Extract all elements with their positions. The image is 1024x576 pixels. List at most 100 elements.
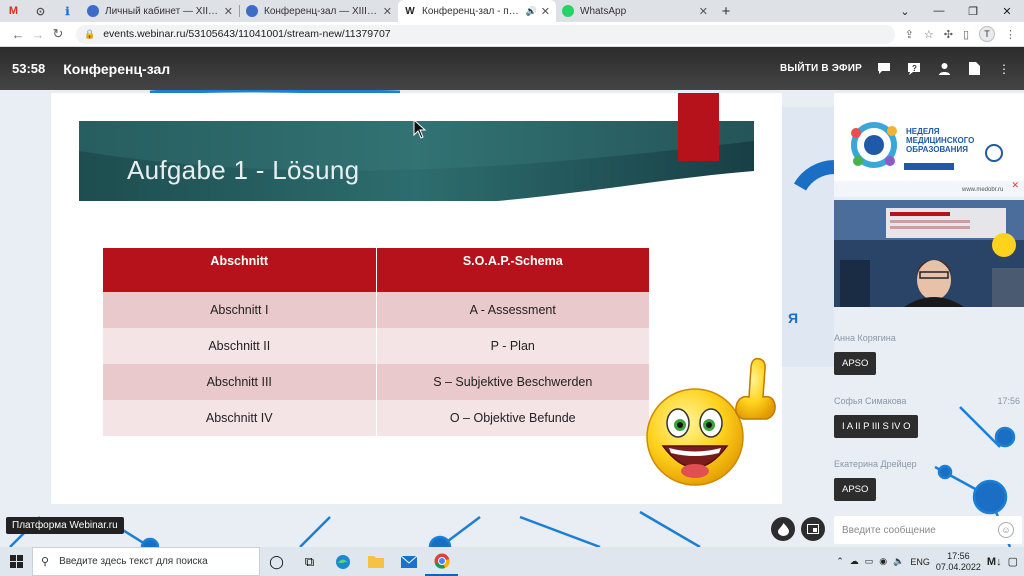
reload-icon[interactable]: ↻ — [48, 26, 68, 42]
more-options-icon[interactable]: ⋮ — [996, 62, 1012, 76]
whatsapp-favicon-icon — [562, 5, 574, 17]
language-indicator[interactable]: ENG — [910, 557, 930, 567]
maximize-button[interactable]: ❐ — [956, 0, 990, 22]
new-tab-button[interactable]: + — [714, 0, 738, 22]
minimize-button[interactable]: — — [922, 0, 956, 22]
cortana-icon[interactable]: ◯ — [260, 547, 293, 576]
taskbar-search-placeholder: Введите здесь текст для поиска — [59, 556, 208, 567]
pinned-tab-3[interactable]: ℹ — [54, 0, 81, 22]
chat-message: Анна Корягина APSO — [834, 333, 1024, 396]
close-tab-icon[interactable]: ✕ — [699, 5, 708, 18]
audio-playing-icon[interactable]: 🔊 — [526, 6, 537, 17]
soap-table: Abschnitt S.O.A.P.-Schema Abschnitt I A … — [103, 248, 650, 436]
windows-taskbar: ⚲ Введите здесь текст для поиска ◯ ⧉ ⌃ ☁… — [0, 547, 1024, 576]
app-icon[interactable]: M↓ — [987, 556, 1002, 568]
emoji-picker-icon[interactable]: ☺ — [998, 522, 1014, 538]
tab-title: WhatsApp — [580, 5, 627, 17]
bookmark-star-icon[interactable]: ☆ — [924, 28, 934, 41]
profile-avatar[interactable]: T — [979, 26, 995, 42]
reactions-button[interactable] — [771, 517, 795, 541]
volume-icon[interactable]: 🔈 — [893, 556, 904, 567]
mic-muted-icon: ✕ — [1011, 180, 1019, 190]
elapsed-timer: 53:58 — [12, 61, 46, 76]
task-view-icon[interactable]: ⧉ — [293, 547, 326, 576]
file-explorer-icon[interactable] — [359, 547, 392, 576]
network-icon[interactable]: ▭ — [865, 556, 874, 567]
notifications-icon[interactable]: ▢ — [1008, 555, 1018, 568]
back-icon[interactable]: ← — [8, 27, 28, 42]
table-row: Abschnitt I A - Assessment — [103, 292, 650, 328]
close-window-button[interactable]: ✕ — [990, 0, 1024, 22]
participants-icon[interactable] — [936, 62, 952, 76]
event-banner-video[interactable]: www.medobr.ru НЕДЕЛЯ МЕДИЦИНСКОГО ОБРАЗО… — [834, 93, 1024, 197]
mouse-cursor-icon — [413, 119, 427, 139]
chat-message: Екатерина Дрейцер APSO — [834, 459, 1024, 522]
side-panel-icon[interactable]: ▯ — [963, 28, 969, 41]
banner-title-line: МЕДИЦИНСКОГО — [906, 136, 975, 145]
system-tray: ⌃ ☁ ▭ ◉ 🔈 ENG 17:56 07.04.2022 M↓ ▢ — [836, 551, 1024, 573]
close-tab-icon[interactable]: ✕ — [541, 5, 550, 18]
tray-expand-icon[interactable]: ⌃ — [836, 556, 844, 567]
pinned-tab-2[interactable]: ⊙ — [27, 0, 54, 22]
windows-start-icon[interactable] — [0, 547, 32, 576]
table-row: Abschnitt IV O – Objektive Befunde — [103, 400, 650, 436]
file-icon[interactable] — [966, 62, 982, 76]
webinar-favicon-icon: W — [404, 5, 416, 17]
go-live-button[interactable]: ВЫЙТИ В ЭФИР — [780, 63, 862, 74]
tab-title: Конференц-зал — XIII Общерос — [264, 5, 379, 17]
extensions-icon[interactable]: ✣ — [944, 28, 953, 41]
slide-title: Aufgabe 1 - Lösung — [127, 155, 360, 185]
forward-icon[interactable]: → — [28, 27, 48, 42]
webinar-header: 53:58 Конференц-зал ВЫЙТИ В ЭФИР ? ⋮ — [0, 47, 1024, 90]
svg-text:?: ? — [912, 64, 917, 73]
table-cell: S – Subjektive Beschwerden — [376, 364, 650, 400]
platform-badge[interactable]: Платформа Webinar.ru — [6, 517, 124, 534]
share-icon[interactable]: ⇪ — [905, 28, 914, 41]
message-author-row: Анна Корягина — [834, 333, 1024, 343]
gmail-pinned-tab[interactable]: M — [0, 0, 27, 22]
chat-message-input[interactable]: Введите сообщение ☺ — [834, 516, 1022, 544]
tab-title: Личный кабинет — XIII Общерос — [105, 5, 220, 17]
taskbar-clock[interactable]: 17:56 07.04.2022 — [936, 551, 981, 573]
smiley-pointing-emoji — [646, 357, 776, 486]
presenter-video[interactable] — [834, 200, 1024, 307]
tab-search-icon[interactable]: ⌄ — [888, 0, 922, 22]
message-author: Екатерина Дрейцер — [834, 459, 917, 469]
cloud-icon[interactable]: ☁ — [850, 556, 859, 567]
taskbar-search-input[interactable]: ⚲ Введите здесь текст для поиска — [32, 547, 260, 576]
message-author: Софья Симакова — [834, 396, 907, 406]
tab-favicon-icon — [246, 5, 258, 17]
question-icon[interactable]: ? — [906, 62, 922, 76]
column-header: Abschnitt — [103, 248, 377, 292]
browser-tab-bar: M ⊙ ℹ Личный кабинет — XIII Общерос ✕ Ко… — [0, 0, 1024, 22]
url-input[interactable]: 🔒 events.webinar.ru/53105643/11041001/st… — [76, 24, 895, 44]
toolbar-actions: ⇪ ☆ ✣ ▯ T ⋮ — [905, 26, 1016, 42]
close-tab-icon[interactable]: ✕ — [383, 5, 392, 18]
message-text: APSO — [834, 352, 877, 375]
table-cell: Abschnitt III — [103, 364, 377, 400]
chat-icon[interactable] — [876, 62, 892, 76]
mail-icon[interactable] — [392, 547, 425, 576]
edge-browser-icon[interactable] — [326, 547, 359, 576]
banner-dates: 4 — 8 апреля 2022 года — [907, 156, 957, 161]
browser-tab[interactable]: Личный кабинет — XIII Общерос ✕ — [81, 0, 239, 22]
browser-tab[interactable]: WhatsApp ✕ — [556, 0, 714, 22]
tab-title: Конференц-зал - платформа — [422, 5, 522, 17]
browser-menu-icon[interactable]: ⋮ — [1005, 28, 1016, 41]
wifi-icon[interactable]: ◉ — [879, 556, 887, 567]
lock-icon[interactable]: 🔒 — [84, 29, 95, 40]
message-author: Анна Корягина — [834, 333, 896, 343]
table-cell: Abschnitt I — [103, 292, 377, 328]
url-text: events.webinar.ru/53105643/11041001/stre… — [103, 28, 391, 40]
browser-tab-active[interactable]: W Конференц-зал - платформа 🔊 ✕ — [398, 0, 556, 22]
table-cell: A - Assessment — [376, 292, 650, 328]
close-tab-icon[interactable]: ✕ — [224, 5, 233, 18]
screen-layout-button[interactable] — [801, 517, 825, 541]
table-row: Abschnitt II P - Plan — [103, 328, 650, 364]
svg-text:www.medobr.ru: www.medobr.ru — [961, 187, 1003, 193]
browser-tab[interactable]: Конференц-зал — XIII Общерос ✕ — [240, 0, 398, 22]
table-cell: Abschnitt IV — [103, 400, 377, 436]
table-header-row: Abschnitt S.O.A.P.-Schema — [103, 248, 650, 292]
chrome-icon[interactable] — [425, 547, 458, 576]
table-cell: Abschnitt II — [103, 328, 377, 364]
